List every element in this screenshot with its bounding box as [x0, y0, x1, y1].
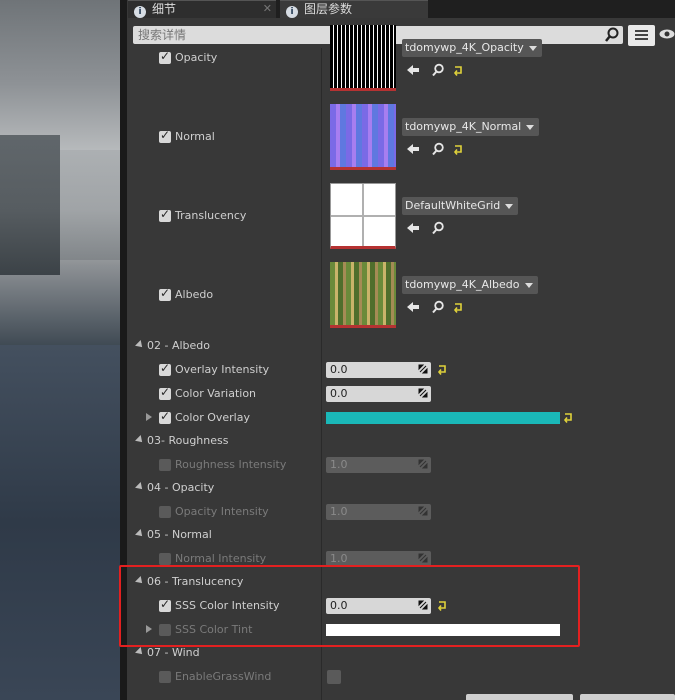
normal-intensity-checkbox[interactable] [159, 553, 171, 565]
browse-search-icon[interactable] [431, 300, 445, 314]
color-variation-label: Color Variation [175, 387, 257, 400]
color-overlay-swatch[interactable] [326, 412, 560, 424]
opacity-texture-thumbnail[interactable] [330, 25, 396, 91]
translucency-asset-dropdown[interactable]: DefaultWhiteGrid [402, 197, 519, 215]
browse-search-icon[interactable] [431, 142, 445, 156]
expand-arrow-icon[interactable] [146, 413, 152, 421]
group-opacity-title: 04 - Opacity [147, 481, 215, 494]
color-variation-checkbox[interactable] [159, 385, 171, 400]
overlay-intensity-value: 0.0 [330, 363, 348, 376]
opacity-texture-checkbox[interactable] [159, 49, 171, 64]
drag-arrows-icon[interactable] [418, 459, 428, 469]
tab-layer-params[interactable]: i 图层参数 [280, 0, 428, 18]
opacity-texture-label: Opacity [175, 51, 218, 64]
enable-grass-wind-checkbox[interactable] [327, 670, 341, 684]
use-selected-arrow-icon[interactable] [406, 221, 420, 235]
viewport-floor [0, 345, 120, 700]
view-options-button[interactable] [628, 25, 655, 46]
reset-arrow-icon[interactable] [452, 63, 466, 77]
color-overlay-label: Color Overlay [175, 411, 250, 424]
use-selected-arrow-icon[interactable] [406, 300, 420, 314]
enable-grass-wind-label: EnableGrassWind [175, 670, 272, 683]
color-variation-field[interactable]: 0.0 [326, 386, 431, 402]
tab-bar: i 细节 ✕ i 图层参数 [128, 0, 675, 18]
color-variation-value: 0.0 [330, 387, 348, 400]
group-wind-title: 07 - Wind [147, 646, 200, 659]
browse-search-icon[interactable] [431, 63, 445, 77]
viewport-building-light [60, 150, 120, 260]
roughness-intensity-label: Roughness Intensity [175, 458, 287, 471]
details-icon: i [134, 6, 146, 18]
roughness-intensity-value: 1.0 [330, 458, 348, 471]
opacity-intensity-value: 1.0 [330, 505, 348, 518]
layer-params-icon: i [286, 6, 298, 18]
opacity-intensity-field[interactable]: 1.0 [326, 504, 431, 520]
albedo-texture-thumbnail[interactable] [330, 262, 396, 328]
search-placeholder: 搜索详情 [138, 28, 187, 42]
bottom-button[interactable] [466, 694, 573, 700]
eye-icon[interactable] [659, 29, 675, 39]
drag-arrows-icon[interactable] [418, 388, 428, 398]
group-normal-title: 05 - Normal [147, 528, 212, 541]
tab-details[interactable]: i 细节 ✕ [128, 0, 276, 18]
normal-asset-dropdown[interactable]: tdomywp_4K_Normal [402, 118, 540, 136]
overlay-intensity-field[interactable]: 0.0 [326, 362, 431, 378]
normal-intensity-label: Normal Intensity [175, 552, 267, 565]
group-roughness-title: 03- Roughness [147, 434, 229, 447]
drag-arrows-icon[interactable] [418, 364, 428, 374]
reset-arrow-icon[interactable] [452, 300, 466, 314]
albedo-texture-label: Albedo [175, 288, 214, 301]
close-icon[interactable]: ✕ [263, 1, 272, 17]
color-overlay-checkbox[interactable] [159, 409, 171, 424]
group-albedo-title: 02 - Albedo [147, 339, 211, 352]
search-icon[interactable] [604, 27, 620, 43]
normal-intensity-value: 1.0 [330, 552, 348, 565]
translucency-texture-label: Translucency [175, 209, 247, 222]
reset-arrow-icon[interactable] [452, 142, 466, 156]
overlay-intensity-checkbox[interactable] [159, 361, 171, 376]
bottom-button[interactable] [580, 694, 675, 700]
tab-layer-params-label: 图层参数 [304, 2, 353, 16]
translucency-texture-checkbox[interactable] [159, 207, 171, 222]
roughness-intensity-checkbox[interactable] [159, 459, 171, 471]
use-selected-arrow-icon[interactable] [406, 142, 420, 156]
roughness-intensity-field[interactable]: 1.0 [326, 457, 431, 473]
normal-texture-checkbox[interactable] [159, 128, 171, 143]
highlight-box [119, 565, 580, 647]
viewport-building-dark [0, 135, 60, 275]
overlay-intensity-label: Overlay Intensity [175, 363, 270, 376]
opacity-intensity-label: Opacity Intensity [175, 505, 269, 518]
reset-arrow-icon[interactable] [562, 410, 576, 424]
normal-texture-label: Normal [175, 130, 215, 143]
enable-grass-wind-override-checkbox[interactable] [159, 671, 171, 683]
drag-arrows-icon[interactable] [418, 553, 428, 563]
browse-search-icon[interactable] [431, 221, 445, 235]
translucency-texture-thumbnail[interactable] [330, 183, 396, 249]
tab-details-label: 细节 [152, 2, 177, 16]
opacity-intensity-checkbox[interactable] [159, 506, 171, 518]
viewport-background [0, 0, 120, 700]
reset-arrow-icon[interactable] [436, 362, 450, 376]
use-selected-arrow-icon[interactable] [406, 63, 420, 77]
albedo-asset-dropdown[interactable]: tdomywp_4K_Albedo [402, 276, 538, 294]
drag-arrows-icon[interactable] [418, 506, 428, 516]
albedo-texture-checkbox[interactable] [159, 286, 171, 301]
opacity-asset-dropdown[interactable]: tdomywp_4K_Opacity [402, 39, 542, 57]
normal-texture-thumbnail[interactable] [330, 104, 396, 170]
